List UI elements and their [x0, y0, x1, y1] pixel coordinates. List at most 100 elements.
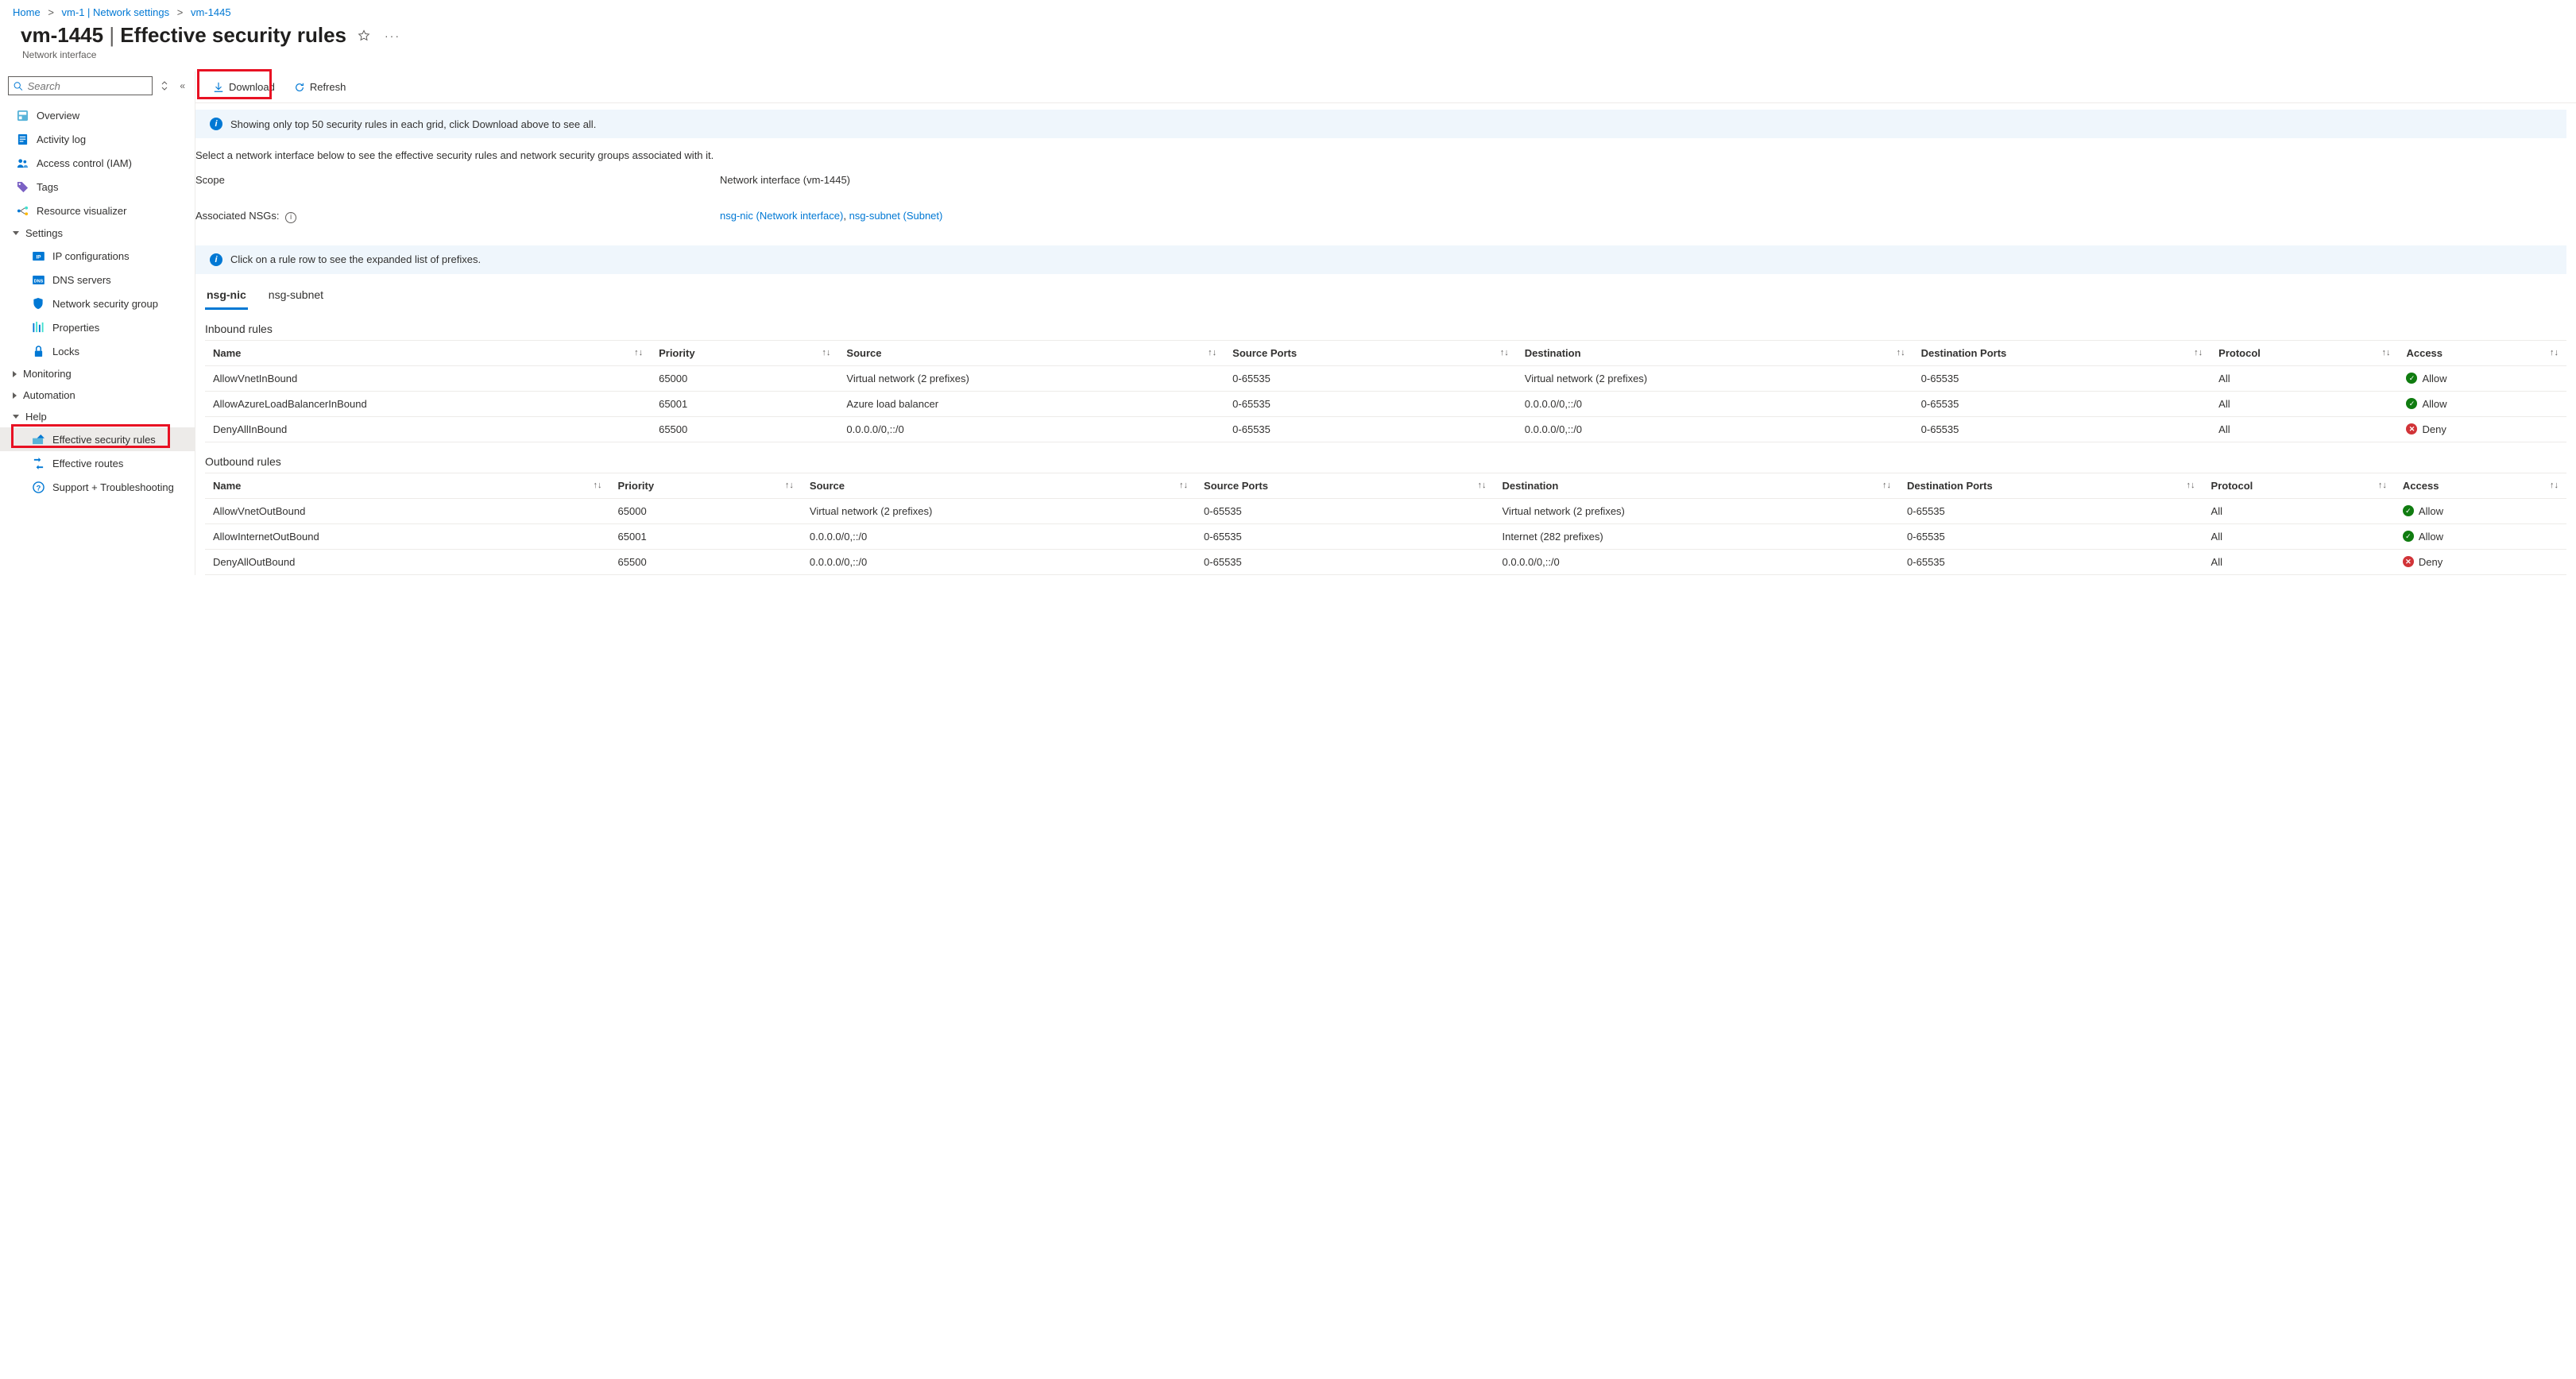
properties-icon	[32, 321, 44, 334]
cell-access: ✓Allow	[2395, 498, 2566, 523]
rule-row[interactable]: AllowAzureLoadBalancerInBound65001Azure …	[205, 391, 2566, 416]
overview-icon	[16, 109, 29, 122]
column-header-proto[interactable]: Protocol↑↓	[2203, 473, 2395, 498]
column-header-priority[interactable]: Priority↑↓	[651, 340, 838, 365]
cell-priority: 65000	[610, 498, 802, 523]
sidebar-section-help[interactable]: Help	[0, 406, 195, 427]
cell-priority: 65500	[651, 416, 838, 442]
cell-proto: All	[2210, 365, 2398, 391]
rule-row[interactable]: DenyAllOutBound655000.0.0.0/0,::/00-6553…	[205, 549, 2566, 574]
column-header-priority[interactable]: Priority↑↓	[610, 473, 802, 498]
cell-dports: 0-65535	[1899, 498, 2203, 523]
breadcrumb-parent[interactable]: vm-1 | Network settings	[62, 6, 170, 18]
cell-dports: 0-65535	[1913, 365, 2211, 391]
cell-access: ✕Deny	[2398, 416, 2566, 442]
cell-access: ✓Allow	[2398, 365, 2566, 391]
svg-text:?: ?	[36, 484, 41, 492]
description-text: Select a network interface below to see …	[195, 149, 2576, 174]
page-subtitle: Network interface	[0, 49, 2576, 71]
column-header-proto[interactable]: Protocol↑↓	[2210, 340, 2398, 365]
sidebar-item-network-security-group[interactable]: Network security group	[0, 292, 195, 315]
cell-dest: Virtual network (2 prefixes)	[1495, 498, 1900, 523]
cell-dest: 0.0.0.0/0,::/0	[1517, 391, 1913, 416]
column-header-dest[interactable]: Destination↑↓	[1517, 340, 1913, 365]
nsg-tabs: nsg-nic nsg-subnet	[195, 285, 2576, 310]
column-header-source[interactable]: Source↑↓	[838, 340, 1224, 365]
column-header-source[interactable]: Source↑↓	[802, 473, 1196, 498]
cell-dest: 0.0.0.0/0,::/0	[1495, 549, 1900, 574]
sidebar-item-locks[interactable]: Locks	[0, 339, 195, 363]
tab-nsg-nic[interactable]: nsg-nic	[205, 285, 248, 310]
download-button[interactable]: Download	[205, 78, 283, 96]
sort-icon: ↑↓	[1208, 348, 1216, 357]
search-input[interactable]	[28, 80, 148, 92]
sidebar-item-effective-security-rules[interactable]: Effective security rules	[0, 427, 195, 451]
cell-dest: Internet (282 prefixes)	[1495, 523, 1900, 549]
column-header-access[interactable]: Access↑↓	[2398, 340, 2566, 365]
collapse-sidebar-button[interactable]: «	[176, 77, 188, 95]
column-header-sports[interactable]: Source Ports↑↓	[1196, 473, 1494, 498]
cell-sports: 0-65535	[1196, 498, 1494, 523]
nsg-link-nic[interactable]: nsg-nic (Network interface)	[720, 210, 843, 222]
sort-icon: ↑↓	[2378, 481, 2387, 490]
nsg-link-subnet[interactable]: nsg-subnet (Subnet)	[849, 210, 943, 222]
scope-value: Network interface (vm-1445)	[720, 174, 2566, 186]
sidebar-item-dns-servers[interactable]: DNS DNS servers	[0, 268, 195, 292]
sidebar-item-properties[interactable]: Properties	[0, 315, 195, 339]
sidebar-section-settings[interactable]: Settings	[0, 222, 195, 244]
log-icon	[16, 133, 29, 145]
info-bar-rules: i Click on a rule row to see the expande…	[195, 245, 2566, 274]
sidebar: « Overview Activity log Access control (…	[0, 71, 195, 575]
rule-row[interactable]: AllowInternetOutBound650010.0.0.0/0,::/0…	[205, 523, 2566, 549]
sidebar-item-overview[interactable]: Overview	[0, 103, 195, 127]
sidebar-item-resource-visualizer[interactable]: Resource visualizer	[0, 199, 195, 222]
sidebar-item-activity-log[interactable]: Activity log	[0, 127, 195, 151]
search-box[interactable]	[8, 76, 153, 95]
sidebar-item-support[interactable]: ? Support + Troubleshooting	[0, 475, 195, 499]
breadcrumb-home[interactable]: Home	[13, 6, 41, 18]
cell-source: 0.0.0.0/0,::/0	[802, 549, 1196, 574]
sidebar-item-access-control[interactable]: Access control (IAM)	[0, 151, 195, 175]
routes-icon	[32, 457, 44, 469]
outbound-rules-table: Name↑↓Priority↑↓Source↑↓Source Ports↑↓De…	[205, 473, 2566, 575]
refresh-button[interactable]: Refresh	[286, 78, 354, 96]
sidebar-section-automation[interactable]: Automation	[0, 384, 195, 406]
x-icon: ✕	[2406, 423, 2417, 435]
outbound-section-label: Outbound rules	[205, 447, 2566, 473]
sort-icon: ↑↓	[1882, 481, 1891, 490]
column-header-dest[interactable]: Destination↑↓	[1495, 473, 1900, 498]
cell-source: Virtual network (2 prefixes)	[802, 498, 1196, 523]
tab-nsg-subnet[interactable]: nsg-subnet	[267, 285, 325, 310]
more-button[interactable]: ···	[381, 26, 404, 45]
column-header-name[interactable]: Name↑↓	[205, 340, 651, 365]
breadcrumb-current[interactable]: vm-1445	[191, 6, 231, 18]
cell-access: ✓Allow	[2398, 391, 2566, 416]
sidebar-section-monitoring[interactable]: Monitoring	[0, 363, 195, 384]
breadcrumb: Home > vm-1 | Network settings > vm-1445	[0, 0, 2576, 23]
expand-collapse-button[interactable]	[157, 77, 172, 95]
dns-icon: DNS	[32, 273, 44, 286]
column-header-name[interactable]: Name↑↓	[205, 473, 610, 498]
column-header-access[interactable]: Access↑↓	[2395, 473, 2566, 498]
cell-access: ✕Deny	[2395, 549, 2566, 574]
sidebar-item-ip-configurations[interactable]: IP IP configurations	[0, 244, 195, 268]
sort-icon: ↑↓	[822, 348, 830, 357]
column-header-sports[interactable]: Source Ports↑↓	[1224, 340, 1517, 365]
x-icon: ✕	[2403, 556, 2414, 567]
ellipsis-icon: ···	[385, 29, 400, 42]
sidebar-item-tags[interactable]: Tags	[0, 175, 195, 199]
info-bar-top: i Showing only top 50 security rules in …	[195, 110, 2566, 138]
info-icon[interactable]: i	[285, 212, 296, 223]
column-header-dports[interactable]: Destination Ports↑↓	[1913, 340, 2211, 365]
sidebar-item-effective-routes[interactable]: Effective routes	[0, 451, 195, 475]
cell-dports: 0-65535	[1899, 523, 2203, 549]
cell-name: DenyAllOutBound	[205, 549, 610, 574]
rule-row[interactable]: AllowVnetOutBound65000Virtual network (2…	[205, 498, 2566, 523]
column-header-dports[interactable]: Destination Ports↑↓	[1899, 473, 2203, 498]
rules-icon	[32, 433, 44, 446]
cell-dest: Virtual network (2 prefixes)	[1517, 365, 1913, 391]
rule-row[interactable]: DenyAllInBound655000.0.0.0/0,::/00-65535…	[205, 416, 2566, 442]
cell-source: 0.0.0.0/0,::/0	[802, 523, 1196, 549]
favorite-button[interactable]	[354, 26, 373, 45]
rule-row[interactable]: AllowVnetInBound65000Virtual network (2 …	[205, 365, 2566, 391]
